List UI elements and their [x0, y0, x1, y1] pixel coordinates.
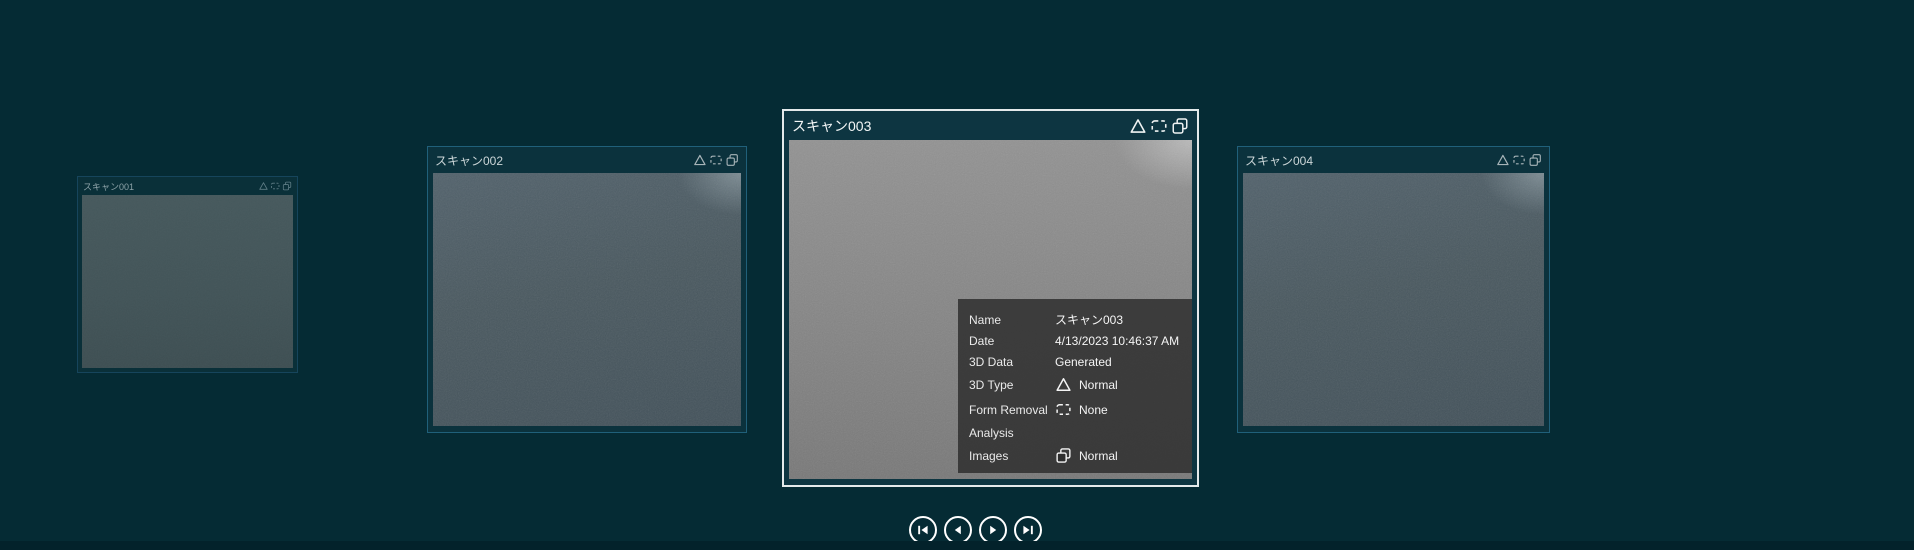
detail-row-name: Name スキャン003 [969, 309, 1192, 330]
detail-value: 4/13/2023 10:46:37 AM [1055, 333, 1180, 348]
card-title: スキャン004 [1245, 153, 1314, 168]
card-title: スキャン002 [435, 153, 504, 168]
images-icon [282, 181, 292, 191]
scan-card-003-header: スキャン003 [784, 111, 1197, 140]
carousel-navigation [909, 516, 1042, 544]
detail-value-text: Normal [1079, 377, 1118, 392]
scan-card-004-header: スキャン004 [1238, 147, 1549, 173]
scan-preview [1243, 173, 1544, 426]
detail-label: 3D Type [969, 377, 1014, 392]
detail-value-text: Normal [1079, 448, 1118, 463]
images-icon [1056, 448, 1071, 463]
card-status-icons [1496, 153, 1542, 167]
scan-texture [1243, 173, 1544, 426]
scan-card-004[interactable]: スキャン004 [1237, 146, 1550, 433]
triangle-icon [694, 154, 706, 166]
scan-preview [82, 195, 293, 368]
detail-label: Images [969, 448, 1009, 463]
triangle-icon [1130, 118, 1146, 133]
card-status-icons [1129, 117, 1189, 135]
detail-row-form-removal: Form Removal None [969, 397, 1192, 422]
scan-card-001-header: スキャン001 [78, 177, 297, 195]
detail-label: 3D Data [969, 354, 1014, 369]
images-icon [1172, 117, 1188, 134]
previous-icon [954, 525, 961, 535]
card-title: スキャン003 [792, 117, 872, 134]
scan-carousel-screen: スキャン001 スキャン002 スキャン003 Name スキャン003 Dat… [0, 0, 1914, 550]
scan-card-001[interactable]: スキャン001 [77, 176, 298, 373]
scan-details-panel: Name スキャン003 Date 4/13/2023 10:46:37 AM … [958, 299, 1192, 473]
card-title: スキャン001 [83, 181, 135, 192]
triangle-icon [1056, 378, 1071, 391]
detail-label: Name [969, 312, 1002, 327]
detail-value: Normal [1055, 376, 1118, 393]
detail-label: Form Removal [969, 402, 1048, 417]
detail-value: スキャン003 [1055, 313, 1124, 327]
detail-value: Generated [1055, 354, 1112, 369]
scan-preview [433, 173, 741, 426]
last-button[interactable] [1014, 516, 1042, 544]
detail-row-3d-type: 3D Type Normal [969, 372, 1192, 397]
skip-to-last-icon [1023, 525, 1033, 535]
detail-label: Date [969, 333, 995, 348]
next-button[interactable] [979, 516, 1007, 544]
scan-texture [82, 195, 293, 368]
form-removal-icon [271, 182, 280, 190]
detail-row-date: Date 4/13/2023 10:46:37 AM [969, 330, 1192, 351]
skip-to-first-icon [918, 525, 928, 535]
scan-card-003[interactable]: スキャン003 Name スキャン003 Date 4/13/2023 10:4… [782, 109, 1199, 487]
previous-button[interactable] [944, 516, 972, 544]
card-status-icons [259, 181, 292, 191]
detail-value: Normal [1055, 447, 1118, 464]
detail-label: Analysis [969, 425, 1014, 440]
images-icon [726, 154, 738, 166]
detail-row-images: Images Normal [969, 443, 1192, 468]
scan-preview: Name スキャン003 Date 4/13/2023 10:46:37 AM … [789, 140, 1192, 479]
bottom-bar [0, 541, 1914, 550]
triangle-icon [1497, 154, 1509, 166]
card-status-icons [693, 153, 739, 167]
form-removal-icon [1513, 155, 1525, 165]
first-button[interactable] [909, 516, 937, 544]
triangle-icon [259, 182, 268, 190]
detail-value-text: None [1079, 402, 1108, 417]
scan-card-002[interactable]: スキャン002 [427, 146, 747, 433]
form-removal-icon [1056, 403, 1071, 416]
scan-texture [433, 173, 741, 426]
next-icon [990, 525, 997, 535]
scan-card-002-header: スキャン002 [428, 147, 746, 173]
detail-value: None [1055, 401, 1108, 418]
detail-row-3d-data: 3D Data Generated [969, 351, 1192, 372]
form-removal-icon [710, 155, 722, 165]
form-removal-icon [1151, 119, 1167, 132]
images-icon [1529, 154, 1541, 166]
detail-row-analysis: Analysis [969, 422, 1192, 443]
